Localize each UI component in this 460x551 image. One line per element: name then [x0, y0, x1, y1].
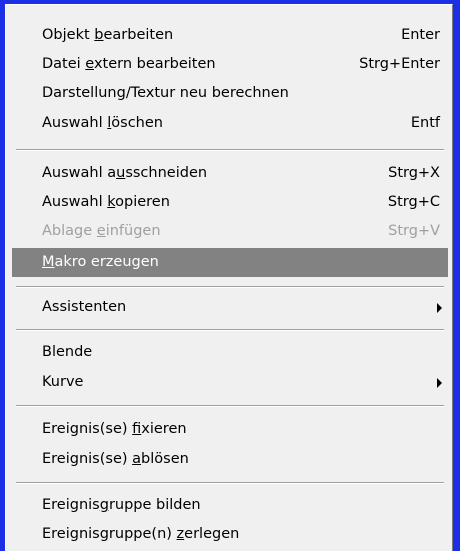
- menu-separator: [16, 405, 444, 407]
- menu-item-darstellung-neu-berechnen[interactable]: Darstellung/Textur neu berechnen: [12, 79, 448, 108]
- menu-item-label: Ereignisgruppe bilden: [42, 497, 201, 513]
- menu-item-label: Makro erzeugen: [42, 254, 159, 270]
- shortcut-label: Strg+V: [388, 223, 440, 239]
- menu-item-label: Assistenten: [42, 299, 127, 315]
- shortcut-label: Strg+X: [388, 165, 440, 181]
- menu-separator: [16, 286, 444, 288]
- menu-item-label: Objekt bearbeiten: [42, 27, 174, 43]
- menu-item-auswahl-loeschen[interactable]: Auswahl löschen Entf: [12, 109, 448, 138]
- menu-item-auswahl-kopieren[interactable]: Auswahl kopieren Strg+C: [12, 188, 448, 217]
- menu-item-label: Ereignis(se) fixieren: [42, 421, 187, 437]
- menu-item-label: Auswahl kopieren: [42, 194, 170, 210]
- menu-item-label: Ereignisgruppe(n) zerlegen: [42, 526, 240, 542]
- menu-item-label: Auswahl ausschneiden: [42, 165, 208, 181]
- menu-item-objekt-bearbeiten[interactable]: Objekt bearbeiten Enter: [12, 21, 448, 50]
- shortcut-label: Strg+Enter: [359, 56, 440, 72]
- menu-item-assistenten[interactable]: Assistenten: [12, 293, 448, 322]
- menu-item-kurve[interactable]: Kurve: [12, 368, 448, 397]
- menu-item-label: Blende: [42, 344, 93, 360]
- menu-item-makro-erzeugen[interactable]: Makro erzeugen: [12, 248, 448, 277]
- shortcut-label: Strg+C: [387, 194, 440, 210]
- shortcut-label: Enter: [401, 27, 440, 43]
- menu-item-label: Ablage einfügen: [42, 223, 161, 239]
- submenu-arrow-icon: [437, 303, 442, 313]
- menu-item-label: Auswahl löschen: [42, 115, 163, 131]
- menu-item-datei-extern-bearbeiten[interactable]: Datei extern bearbeiten Strg+Enter: [12, 50, 448, 79]
- menu-item-blende[interactable]: Blende: [12, 338, 448, 367]
- menu-separator: [16, 149, 444, 151]
- menu-item-label: Ereignis(se) ablösen: [42, 451, 189, 467]
- menu-separator: [16, 329, 444, 331]
- menu-item-ereignisse-fixieren[interactable]: Ereignis(se) fixieren: [12, 415, 448, 444]
- menu-window-frame: Objekt bearbeiten Enter Datei extern bea…: [0, 0, 460, 551]
- menu-item-ereignisgruppen-zerlegen[interactable]: Ereignisgruppe(n) zerlegen: [12, 520, 448, 549]
- menu-item-ereignisgruppe-bilden[interactable]: Ereignisgruppe bilden: [12, 491, 448, 520]
- context-menu: Objekt bearbeiten Enter Datei extern bea…: [5, 4, 453, 551]
- submenu-arrow-icon: [437, 378, 442, 388]
- menu-item-ablage-einfuegen: Ablage einfügen Strg+V: [12, 217, 448, 246]
- menu-item-label: Darstellung/Textur neu berechnen: [42, 85, 289, 101]
- shortcut-label: Entf: [410, 115, 440, 131]
- menu-item-ereignisse-abloesen[interactable]: Ereignis(se) ablösen: [12, 445, 448, 474]
- menu-item-auswahl-ausschneiden[interactable]: Auswahl ausschneiden Strg+X: [12, 159, 448, 188]
- menu-separator: [16, 482, 444, 484]
- menu-item-label: Datei extern bearbeiten: [42, 56, 216, 72]
- menu-item-label: Kurve: [42, 374, 84, 390]
